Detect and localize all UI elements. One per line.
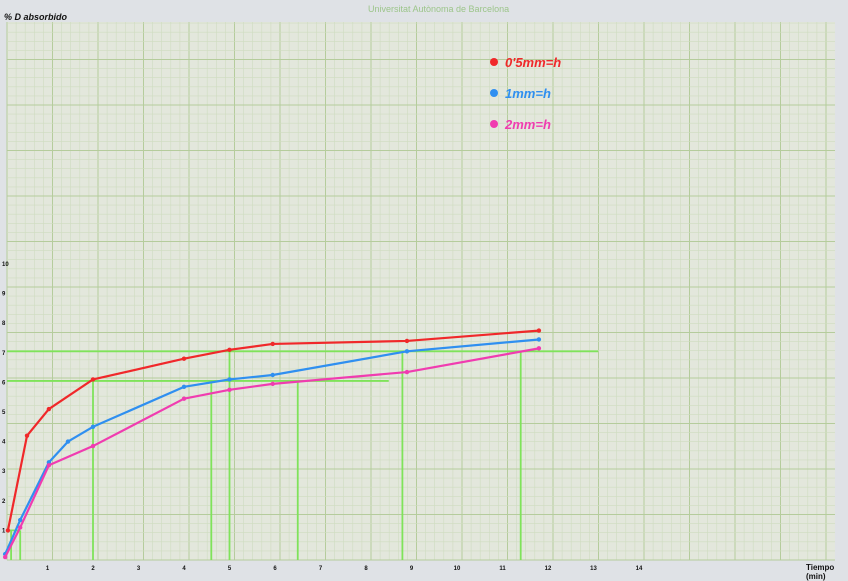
x-tick-label: 2 <box>91 566 95 572</box>
x-tick-label: 1 <box>46 566 50 572</box>
legend-marker <box>490 89 498 97</box>
data-point <box>181 384 187 390</box>
x-axis-label: Tiempo (min) <box>806 563 835 581</box>
data-point <box>536 337 542 342</box>
x-tick-label: 3 <box>137 566 141 572</box>
y-tick-label: 9 <box>2 292 6 298</box>
y-tick-label: 4 <box>2 440 6 446</box>
data-point <box>46 406 52 412</box>
data-point <box>181 396 187 401</box>
x-tick-label: 6 <box>273 566 277 572</box>
legend-marker <box>490 58 498 66</box>
data-point <box>5 528 11 533</box>
plot-paper <box>7 22 835 560</box>
header-watermark: Universitat Autònoma de Barcelona <box>368 4 510 14</box>
chart: 1 2 3 4 5 6 7 8 9 10 11 12 13 14123456789100'5mm=h1mm… <box>2 22 835 572</box>
y-tick-label: 3 <box>2 469 6 475</box>
data-point <box>2 554 8 560</box>
x-tick-label: 5 <box>228 566 232 572</box>
data-point <box>181 356 187 361</box>
data-point <box>18 525 23 530</box>
y-tick-label: 8 <box>2 321 6 327</box>
y-tick-label: 6 <box>2 380 6 386</box>
data-point <box>24 433 30 438</box>
data-point <box>270 381 275 387</box>
x-tick-label: 8 <box>364 566 368 572</box>
data-point <box>404 338 410 344</box>
y-tick-label: 7 <box>2 351 6 357</box>
data-point <box>90 377 96 382</box>
legend-marker <box>490 120 498 128</box>
y-tick-label: 2 <box>2 499 6 505</box>
data-point <box>536 328 542 333</box>
data-point <box>90 424 96 429</box>
data-point <box>404 349 410 354</box>
x-tick-label: 11 <box>499 566 506 572</box>
data-point <box>65 439 71 444</box>
data-point <box>270 372 275 378</box>
x-tick-label: 7 <box>319 566 323 572</box>
x-tick-label: 14 <box>636 566 643 572</box>
y-tick-label: 1 <box>2 528 6 534</box>
y-axis-label: % D absorbido <box>4 12 68 22</box>
legend-label: 1mm=h <box>505 86 551 101</box>
legend-label: 0'5mm=h <box>505 55 561 70</box>
legend-label: 2mm=h <box>504 117 551 132</box>
x-tick-label: 12 <box>545 566 552 572</box>
data-point <box>227 387 232 392</box>
data-point <box>227 377 232 382</box>
data-point <box>46 463 52 468</box>
y-tick-label: 5 <box>2 410 6 416</box>
x-tick-label: 13 <box>590 566 597 572</box>
data-point <box>404 369 410 375</box>
x-tick-label: 9 <box>410 566 414 572</box>
y-tick-label: 10 <box>2 262 9 268</box>
data-point <box>270 341 275 347</box>
data-point <box>536 346 542 351</box>
x-tick-label: 10 <box>454 566 461 572</box>
data-point <box>90 443 96 449</box>
x-tick-label: 4 <box>182 566 186 572</box>
data-point <box>227 347 232 353</box>
